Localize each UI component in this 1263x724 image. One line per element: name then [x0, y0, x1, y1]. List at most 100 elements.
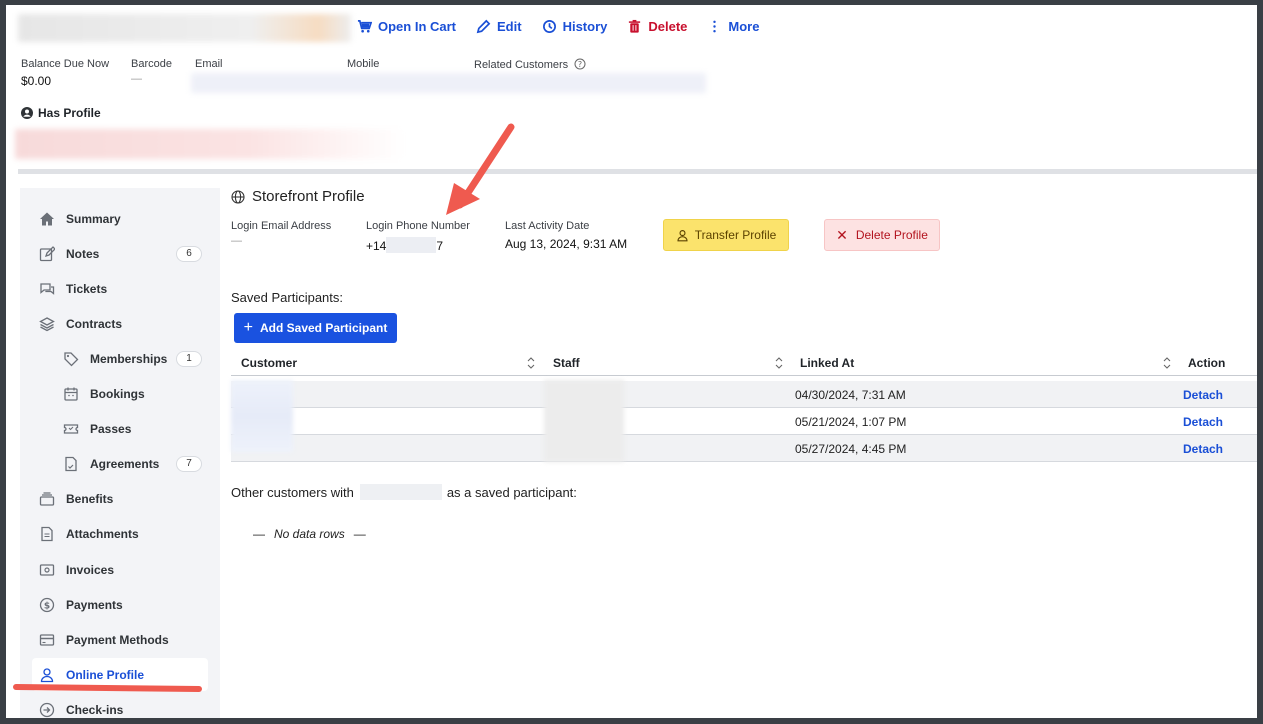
mobile-label: Mobile [347, 58, 380, 70]
chat-bubbles-icon [38, 280, 56, 298]
edit-label: Edit [497, 19, 522, 34]
globe-icon [231, 189, 245, 204]
staff-cells-redacted [544, 380, 624, 462]
delete-profile-button[interactable]: ✕ Delete Profile [824, 219, 940, 251]
delete-button[interactable]: Delete [627, 19, 687, 34]
more-label: More [728, 19, 760, 34]
more-vertical-icon [713, 20, 717, 33]
edit-note-icon [38, 245, 56, 263]
sidebar-item-bookings[interactable]: Bookings [32, 377, 208, 410]
sidebar-item-label: Payment Methods [66, 632, 169, 647]
login-phone-prefix: +14 [366, 239, 387, 253]
barcode-field: Barcode — [131, 58, 172, 85]
phone-redaction [386, 237, 437, 253]
empty-dash: — [353, 527, 366, 541]
sidebar-item-invoices[interactable]: Invoices [32, 553, 208, 586]
related-customers-label: Related Customers [474, 59, 569, 71]
sidebar-item-payments[interactable]: $ Payments [32, 588, 208, 621]
cart-icon [357, 20, 372, 33]
user-icon [677, 229, 688, 241]
customer-cells-redacted [231, 380, 293, 452]
detach-link[interactable]: Detach [1183, 442, 1223, 456]
sidebar-item-label: Memberships [90, 351, 168, 366]
linked-at-cell: 05/27/2024, 4:45 PM [795, 442, 907, 456]
clock-history-icon [542, 20, 556, 33]
sidebar-item-memberships[interactable]: Memberships 1 [32, 342, 208, 375]
detach-link[interactable]: Detach [1183, 415, 1223, 429]
stack-icon [38, 490, 56, 508]
related-customers-field: Related Customers ? [474, 58, 586, 71]
sidebar-item-contracts[interactable]: Contracts [32, 307, 208, 340]
detach-link[interactable]: Detach [1183, 388, 1223, 402]
sort-icon[interactable] [526, 355, 536, 371]
balance-value: $0.00 [21, 74, 52, 88]
sidebar-item-label: Payments [66, 597, 123, 612]
customer-name-redacted [18, 14, 351, 42]
other-customers-suffix: as a saved participant: [446, 484, 577, 500]
column-header-label: Staff [553, 356, 580, 370]
section-divider [18, 169, 1257, 174]
email-label: Email [195, 58, 223, 70]
sidebar-item-label: Passes [90, 421, 132, 436]
linked-at-cell: 04/30/2024, 7:31 AM [795, 388, 906, 402]
customer-page: Open In Cart Edit History Delete More Ba… [6, 5, 1257, 718]
balance-label: Balance Due Now [21, 58, 110, 70]
sidebar-item-agreements[interactable]: Agreements 7 [32, 447, 208, 480]
sidebar-item-summary[interactable]: Summary [32, 202, 208, 235]
email-field: Email [195, 58, 223, 70]
add-saved-participant-button[interactable]: + Add Saved Participant [234, 313, 397, 343]
trash-icon [629, 19, 641, 33]
tag-icon [62, 350, 80, 368]
edit-button[interactable]: Edit [476, 19, 522, 34]
has-profile-label: Has Profile [38, 106, 101, 120]
profile-tags-redacted [15, 129, 405, 159]
sidebar-item-notes[interactable]: Notes 6 [32, 237, 208, 270]
column-header-label: Customer [241, 356, 298, 370]
sidebar-item-benefits[interactable]: Benefits [32, 482, 208, 515]
sort-icon[interactable] [1162, 355, 1172, 371]
sidebar-item-check-ins[interactable]: Check-ins [32, 693, 208, 718]
table-row: 04/30/2024, 7:31 AM Detach [231, 381, 1257, 408]
sidebar-item-label: Attachments [66, 526, 139, 541]
svg-text:$: $ [44, 601, 50, 611]
open-in-cart-button[interactable]: Open In Cart [357, 19, 456, 34]
arrow-circle-icon [38, 701, 56, 719]
history-button[interactable]: History [542, 19, 607, 34]
column-header-customer[interactable]: Customer [241, 351, 297, 375]
sidebar-item-payment-methods[interactable]: Payment Methods [32, 623, 208, 656]
sidebar-item-tickets[interactable]: Tickets [32, 272, 208, 305]
no-data-rows-text: No data rows [274, 527, 345, 541]
last-activity-value: Aug 13, 2024, 9:31 AM [505, 237, 628, 251]
sidebar-item-attachments[interactable]: Attachments [32, 517, 208, 550]
invoice-icon [38, 561, 56, 579]
pencil-icon [476, 19, 491, 34]
layers-icon [38, 315, 56, 333]
empty-dash: — [253, 527, 265, 541]
last-activity-label: Last Activity Date [505, 220, 590, 232]
column-header-linked-at[interactable]: Linked At [800, 351, 854, 375]
transfer-profile-button[interactable]: Transfer Profile [663, 219, 789, 251]
svg-text:?: ? [578, 60, 582, 69]
user-icon [38, 666, 56, 684]
has-profile-indicator: Has Profile [21, 106, 101, 120]
notes-count-badge: 6 [176, 246, 202, 262]
sort-icon[interactable] [774, 355, 784, 371]
home-icon [38, 210, 56, 228]
add-saved-participant-label: Add Saved Participant [259, 321, 388, 335]
document-icon [62, 455, 80, 473]
sidebar-item-passes[interactable]: Passes [32, 412, 208, 445]
delete-label: Delete [648, 19, 688, 34]
barcode-value: — [131, 73, 142, 85]
agreements-count-badge: 7 [176, 456, 202, 472]
other-customers-line: Other customers with as a saved particip… [231, 484, 577, 500]
login-phone-value: +14 7 [366, 237, 470, 253]
dollar-circle-icon: $ [38, 596, 56, 614]
sidebar-item-label: Benefits [66, 491, 114, 506]
mobile-field: Mobile [347, 58, 379, 70]
sidebar-item-label: Tickets [66, 281, 108, 296]
help-circle-icon[interactable]: ? [574, 58, 586, 70]
column-header-label: Linked At [800, 356, 855, 370]
more-button[interactable]: More [707, 19, 759, 34]
customer-name-redaction [359, 484, 442, 500]
column-header-staff[interactable]: Staff [553, 351, 580, 375]
